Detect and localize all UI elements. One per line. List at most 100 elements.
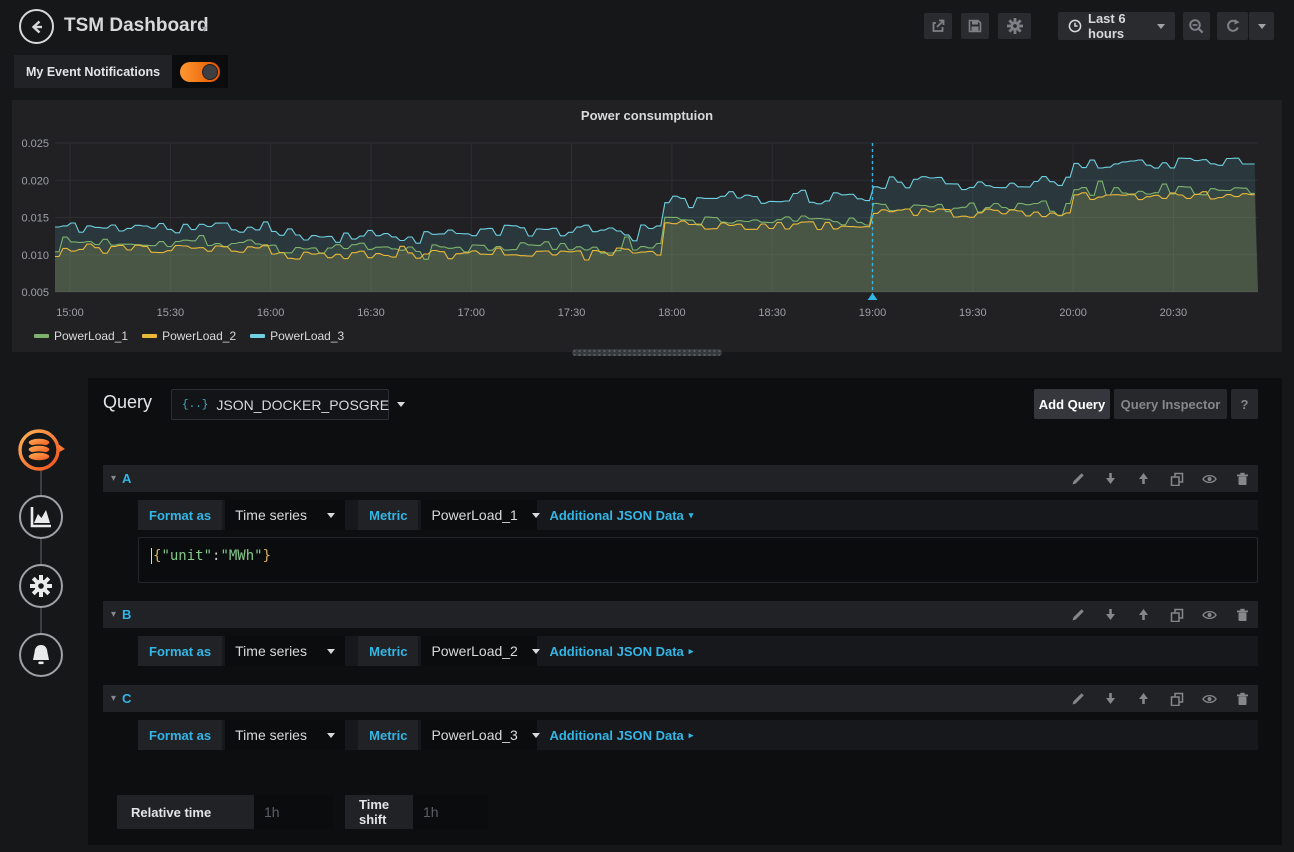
panel-resize-handle[interactable] xyxy=(572,349,722,356)
time-shift-input[interactable] xyxy=(413,795,488,829)
edit-pencil-icon[interactable] xyxy=(1070,471,1085,486)
move-down-icon[interactable] xyxy=(1103,691,1118,706)
panel-title[interactable]: Power consumptuion xyxy=(12,108,1282,123)
edit-pencil-icon[interactable] xyxy=(1070,607,1085,622)
svg-text:20:30: 20:30 xyxy=(1160,307,1188,319)
add-query-button[interactable]: Add Query xyxy=(1034,389,1110,419)
additional-json-link[interactable]: Additional JSON Data ▸ xyxy=(549,728,693,743)
delete-trash-icon[interactable] xyxy=(1235,691,1250,706)
legend-item-PowerLoad_3[interactable]: PowerLoad_3 xyxy=(250,329,344,343)
collapse-caret-icon[interactable]: ▾ xyxy=(111,609,116,620)
additional-json-label: Additional JSON Data xyxy=(549,728,683,743)
duplicate-icon[interactable] xyxy=(1169,471,1184,486)
metric-select[interactable]: PowerLoad_2 xyxy=(421,636,537,666)
dashboard-title-caret-icon[interactable]: ▾ xyxy=(202,24,207,35)
duplicate-icon[interactable] xyxy=(1169,691,1184,706)
time-shift-label: Time shift xyxy=(345,795,413,829)
additional-json-link[interactable]: Additional JSON Data▾ xyxy=(549,508,693,523)
delete-trash-icon[interactable] xyxy=(1235,471,1250,486)
json-key: "unit" xyxy=(161,548,212,564)
legend-item-PowerLoad_2[interactable]: PowerLoad_2 xyxy=(142,329,236,343)
format-as-select[interactable]: Time series xyxy=(225,636,345,666)
collapse-caret-icon[interactable]: ▾ xyxy=(111,473,116,484)
disable-eye-icon[interactable] xyxy=(1202,691,1217,706)
share-icon xyxy=(930,18,946,34)
select-caret-icon xyxy=(532,513,540,518)
event-notifications-toggle[interactable] xyxy=(172,55,228,88)
svg-text:17:00: 17:00 xyxy=(458,307,486,319)
format-as-select[interactable]: Time series xyxy=(225,720,345,750)
additional-json-link[interactable]: Additional JSON Data▸ xyxy=(549,644,693,659)
json-data-editor[interactable]: {"unit":"MWh"} xyxy=(138,537,1258,583)
move-down-icon[interactable] xyxy=(1103,607,1118,622)
query-form-row-b: Format as Time series Metric PowerLoad_2… xyxy=(138,636,1258,666)
event-notifications-label: My Event Notifications xyxy=(14,65,172,79)
tab-queries[interactable] xyxy=(18,427,64,473)
query-row-header-a: ▾ A xyxy=(103,465,1258,492)
move-up-icon[interactable] xyxy=(1136,607,1151,622)
row-actions xyxy=(1070,607,1250,622)
delete-trash-icon[interactable] xyxy=(1235,607,1250,622)
time-picker-caret-icon xyxy=(1157,24,1165,29)
tab-alert[interactable] xyxy=(19,633,63,677)
duplicate-icon[interactable] xyxy=(1169,607,1184,622)
query-editor-section: Query {..} JSON_DOCKER_POSGRE Add Query … xyxy=(88,378,1282,845)
gear-wrench-icon xyxy=(28,573,54,599)
disable-eye-icon[interactable] xyxy=(1202,471,1217,486)
help-button[interactable]: ? xyxy=(1231,389,1258,419)
query-ref-label: B xyxy=(122,607,131,622)
query-inspector-button[interactable]: Query Inspector xyxy=(1114,389,1227,419)
back-button[interactable] xyxy=(19,9,54,44)
json-caret-icon: ▾ xyxy=(689,510,694,521)
chart-legend: PowerLoad_1 PowerLoad_2 PowerLoad_3 xyxy=(34,329,344,343)
relative-time-label: Relative time xyxy=(117,795,254,829)
json-open-brace: { xyxy=(153,548,161,564)
refresh-button[interactable] xyxy=(1217,12,1248,40)
legend-item-PowerLoad_1[interactable]: PowerLoad_1 xyxy=(34,329,128,343)
dashboard-settings-button[interactable] xyxy=(998,13,1031,39)
tab-visualization[interactable] xyxy=(19,495,63,539)
edit-pencil-icon[interactable] xyxy=(1070,691,1085,706)
timeseries-chart[interactable]: 0.0050.0100.0150.0200.02515:0015:3016:00… xyxy=(12,100,1282,352)
relative-time-input[interactable] xyxy=(254,795,333,829)
json-caret-icon: ▸ xyxy=(689,730,694,741)
time-picker-button[interactable]: Last 6 hours xyxy=(1058,12,1175,40)
collapse-caret-icon[interactable]: ▾ xyxy=(111,693,116,704)
metric-select[interactable]: PowerLoad_3 xyxy=(421,720,537,750)
time-range-label: Last 6 hours xyxy=(1088,11,1151,41)
row-actions xyxy=(1070,471,1250,486)
move-down-icon[interactable] xyxy=(1103,471,1118,486)
datasource-selector[interactable]: {..} JSON_DOCKER_POSGRE xyxy=(171,389,389,420)
query-row-header-b: ▾ B xyxy=(103,601,1258,628)
disable-eye-icon[interactable] xyxy=(1202,607,1217,622)
svg-text:15:30: 15:30 xyxy=(157,307,185,319)
select-caret-icon xyxy=(327,513,335,518)
move-up-icon[interactable] xyxy=(1136,691,1151,706)
text-cursor xyxy=(151,548,152,564)
move-up-icon[interactable] xyxy=(1136,471,1151,486)
format-as-value: Time series xyxy=(235,727,313,743)
metric-select[interactable]: PowerLoad_1 xyxy=(421,500,537,530)
dashboard-title[interactable]: TSM Dashboard xyxy=(64,15,209,37)
refresh-interval-dropdown[interactable] xyxy=(1249,12,1274,40)
save-icon xyxy=(967,18,983,34)
svg-text:18:00: 18:00 xyxy=(658,307,686,319)
query-ref-label: C xyxy=(122,691,131,706)
tab-general[interactable] xyxy=(19,564,63,608)
format-as-label: Format as xyxy=(138,500,222,530)
toggle-knob xyxy=(202,64,218,80)
select-caret-icon xyxy=(327,649,335,654)
format-as-select[interactable]: Time series xyxy=(225,500,345,530)
zoom-out-button[interactable] xyxy=(1183,12,1210,40)
metric-label: Metric xyxy=(358,720,418,750)
json-caret-icon: ▸ xyxy=(689,646,694,657)
back-arrow-icon xyxy=(28,18,46,36)
json-value: "MWh" xyxy=(220,548,262,564)
json-datasource-icon: {..} xyxy=(182,399,208,411)
row-actions xyxy=(1070,691,1250,706)
share-button[interactable] xyxy=(924,13,952,39)
query-section-label: Query xyxy=(103,392,152,413)
format-as-label: Format as xyxy=(138,720,222,750)
legend-color-dash xyxy=(142,334,157,338)
save-button[interactable] xyxy=(961,13,989,39)
